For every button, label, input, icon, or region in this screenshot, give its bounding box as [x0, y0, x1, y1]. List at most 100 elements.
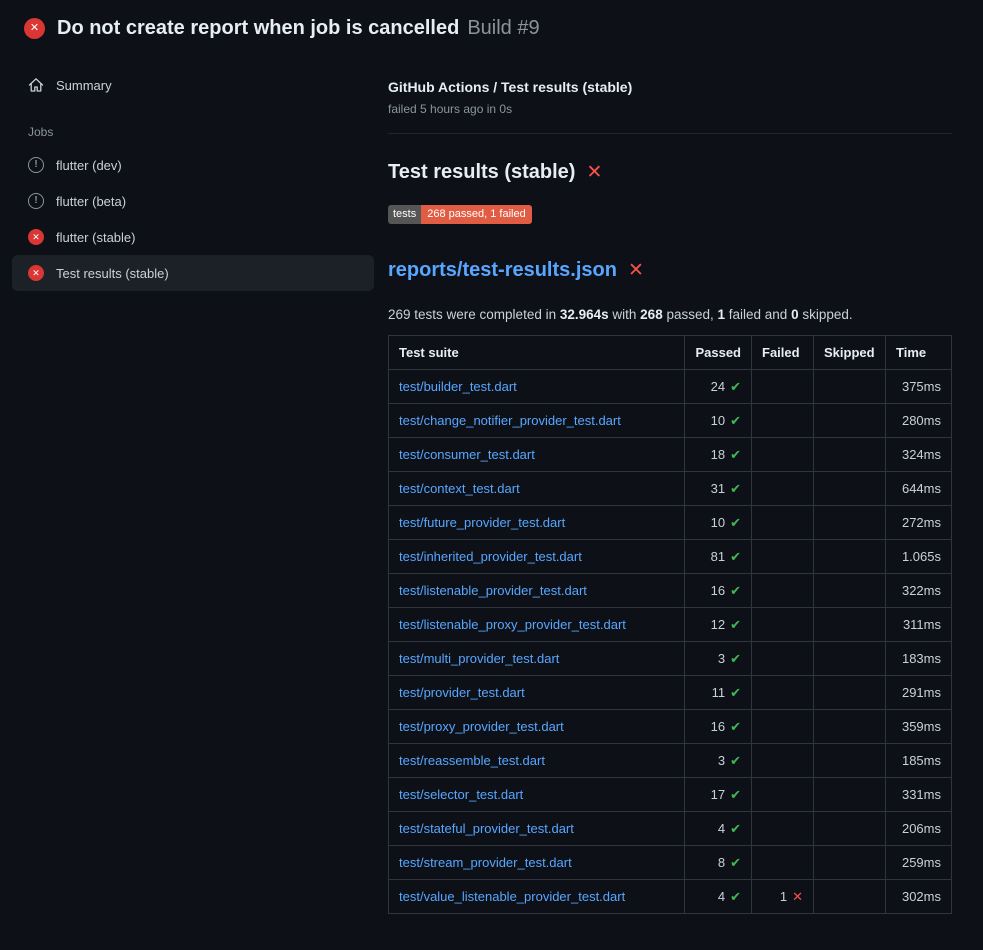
- failed-cell: ✕: [752, 404, 814, 438]
- suite-link[interactable]: test/listenable_proxy_provider_test.dart: [399, 617, 626, 632]
- suite-link[interactable]: test/listenable_provider_test.dart: [399, 583, 587, 598]
- x-circle-icon: ✕: [28, 229, 44, 245]
- skipped-cell: [814, 472, 886, 506]
- skipped-cell: [814, 608, 886, 642]
- skipped-cell: [814, 540, 886, 574]
- job-label: Test results (stable): [56, 266, 169, 281]
- sidebar-jobs: ! flutter (dev) ! flutter (beta) ✕ flutt…: [12, 147, 374, 291]
- jobs-section-label: Jobs: [12, 103, 374, 147]
- passed-cell: 24✔: [685, 370, 752, 404]
- x-icon: ✕: [586, 163, 602, 182]
- time-cell: 311ms: [886, 608, 952, 642]
- sidebar-job-item[interactable]: ! flutter (dev): [12, 147, 374, 183]
- time-cell: 291ms: [886, 676, 952, 710]
- suite-link[interactable]: test/future_provider_test.dart: [399, 515, 565, 530]
- time-cell: 331ms: [886, 778, 952, 812]
- passed-cell: 10✔: [685, 404, 752, 438]
- check-icon: ✔: [730, 889, 741, 904]
- failed-cell: ✕: [752, 676, 814, 710]
- time-cell: 272ms: [886, 506, 952, 540]
- time-cell: 1.065s: [886, 540, 952, 574]
- skipped-cell: [814, 812, 886, 846]
- failed-cell: ✕: [752, 608, 814, 642]
- skipped-cell: [814, 710, 886, 744]
- time-cell: 644ms: [886, 472, 952, 506]
- check-icon: ✔: [730, 685, 741, 700]
- check-icon: ✔: [730, 753, 741, 768]
- header-failed: Failed: [752, 336, 814, 370]
- skipped-cell: [814, 438, 886, 472]
- home-icon: [28, 77, 44, 93]
- suite-link[interactable]: test/change_notifier_provider_test.dart: [399, 413, 621, 428]
- check-icon: ✔: [730, 379, 741, 394]
- run-meta: failed 5 hours ago in 0s: [388, 102, 952, 116]
- warning-icon: !: [28, 193, 44, 209]
- passed-cell: 18✔: [685, 438, 752, 472]
- time-cell: 280ms: [886, 404, 952, 438]
- suite-link[interactable]: test/builder_test.dart: [399, 379, 517, 394]
- sidebar: Summary Jobs ! flutter (dev) ! flutter (…: [0, 53, 388, 291]
- table-row: test/context_test.dart 31✔ ✕ 644ms: [389, 472, 952, 506]
- table-row: test/value_listenable_provider_test.dart…: [389, 880, 952, 914]
- check-icon: ✔: [730, 549, 741, 564]
- run-header: ✕ Do not create report when job is cance…: [0, 0, 983, 53]
- time-cell: 185ms: [886, 744, 952, 778]
- suite-link[interactable]: test/inherited_provider_test.dart: [399, 549, 582, 564]
- passed-cell: 31✔: [685, 472, 752, 506]
- table-row: test/provider_test.dart 11✔ ✕ 291ms: [389, 676, 952, 710]
- failed-cell: 1✕: [752, 880, 814, 914]
- table-header-row: Test suite Passed Failed Skipped Time: [389, 336, 952, 370]
- suite-link[interactable]: test/value_listenable_provider_test.dart: [399, 889, 625, 904]
- sidebar-item-summary[interactable]: Summary: [12, 67, 374, 103]
- sidebar-job-item[interactable]: ✕ Test results (stable): [12, 255, 374, 291]
- passed-cell: 17✔: [685, 778, 752, 812]
- header-passed: Passed: [685, 336, 752, 370]
- skipped-cell: [814, 846, 886, 880]
- time-cell: 183ms: [886, 642, 952, 676]
- check-icon: ✔: [730, 719, 741, 734]
- skipped-cell: [814, 880, 886, 914]
- passed-cell: 16✔: [685, 574, 752, 608]
- sidebar-job-item[interactable]: ✕ flutter (stable): [12, 219, 374, 255]
- check-icon: ✔: [730, 481, 741, 496]
- table-row: test/future_provider_test.dart 10✔ ✕ 272…: [389, 506, 952, 540]
- sidebar-job-item[interactable]: ! flutter (beta): [12, 183, 374, 219]
- report-link[interactable]: reports/test-results.json: [388, 259, 617, 282]
- suite-link[interactable]: test/stream_provider_test.dart: [399, 855, 572, 870]
- suite-link[interactable]: test/multi_provider_test.dart: [399, 651, 559, 666]
- time-cell: 259ms: [886, 846, 952, 880]
- skipped-cell: [814, 370, 886, 404]
- time-cell: 324ms: [886, 438, 952, 472]
- header-skipped: Skipped: [814, 336, 886, 370]
- passed-cell: 3✔: [685, 642, 752, 676]
- run-title: Do not create report when job is cancell…: [57, 17, 459, 40]
- passed-cell: 11✔: [685, 676, 752, 710]
- x-icon: ✕: [628, 261, 644, 280]
- suite-link[interactable]: test/context_test.dart: [399, 481, 520, 496]
- suite-link[interactable]: test/proxy_provider_test.dart: [399, 719, 564, 734]
- passed-cell: 4✔: [685, 880, 752, 914]
- suite-link[interactable]: test/selector_test.dart: [399, 787, 523, 802]
- check-icon: ✔: [730, 821, 741, 836]
- table-row: test/reassemble_test.dart 3✔ ✕ 185ms: [389, 744, 952, 778]
- failed-cell: ✕: [752, 506, 814, 540]
- failed-cell: ✕: [752, 370, 814, 404]
- section-title: Test results (stable) ✕: [388, 161, 952, 184]
- suite-link[interactable]: test/reassemble_test.dart: [399, 753, 545, 768]
- header-time: Time: [886, 336, 952, 370]
- check-icon: ✔: [730, 413, 741, 428]
- suite-link[interactable]: test/provider_test.dart: [399, 685, 525, 700]
- table-row: test/inherited_provider_test.dart 81✔ ✕ …: [389, 540, 952, 574]
- sidebar-summary-label: Summary: [56, 78, 112, 93]
- check-icon: ✔: [730, 515, 741, 530]
- skipped-cell: [814, 744, 886, 778]
- table-row: test/stateful_provider_test.dart 4✔ ✕ 20…: [389, 812, 952, 846]
- failed-cell: ✕: [752, 540, 814, 574]
- suite-link[interactable]: test/consumer_test.dart: [399, 447, 535, 462]
- check-icon: ✔: [730, 583, 741, 598]
- x-icon: ✕: [792, 889, 803, 904]
- suite-link[interactable]: test/stateful_provider_test.dart: [399, 821, 574, 836]
- tests-badge: tests 268 passed, 1 failed: [388, 205, 532, 224]
- table-row: test/stream_provider_test.dart 8✔ ✕ 259m…: [389, 846, 952, 880]
- results-table-body: test/builder_test.dart 24✔ ✕ 375ms test/…: [389, 370, 952, 914]
